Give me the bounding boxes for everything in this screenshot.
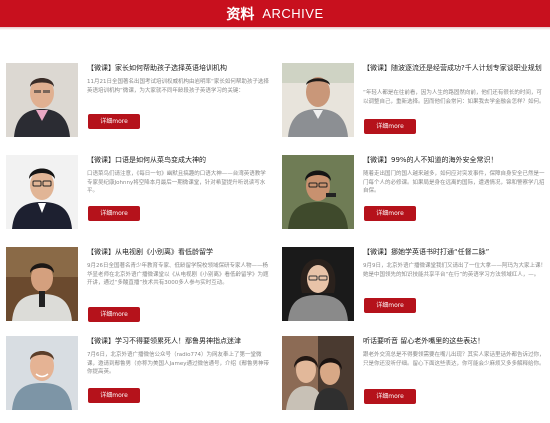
article-card: 【微课】口语是如何从菜鸟变成大神的 口语菜鸟们请注意，《每日一句》幽默且搞趣的口… bbox=[6, 155, 271, 235]
portrait-image bbox=[6, 336, 78, 410]
portrait-image bbox=[6, 247, 78, 321]
card-title[interactable]: 【微课】家长如何帮助孩子选择英语培训机构 bbox=[87, 63, 277, 74]
speaker-photo[interactable] bbox=[6, 247, 78, 321]
more-button[interactable]: 详细more bbox=[364, 119, 416, 134]
article-card: 【微课】从电视剧《小别离》看低龄留学 9月26日全国著名青少年教育专家、低龄留学… bbox=[6, 247, 271, 327]
more-button[interactable]: 详细more bbox=[88, 114, 140, 129]
card-description: 7月6日，北京外语广播微信公众号（radio774）为网友奉上了第一堂微课，邀请… bbox=[87, 352, 269, 375]
more-button[interactable]: 详细more bbox=[364, 206, 416, 221]
more-button[interactable]: 详细more bbox=[364, 389, 416, 404]
archive-banner: 资料 ARCHIVE bbox=[0, 0, 550, 27]
portrait-image bbox=[6, 63, 78, 137]
speaker-photo[interactable] bbox=[282, 247, 354, 321]
article-card: 【微课】99%的人不知道的海外安全常识！ 随着走出国门的国人越来越多，如何应对突… bbox=[282, 155, 547, 235]
portrait-image bbox=[282, 247, 354, 321]
card-title[interactable]: 【微课】随波逐流还是经营成功?千人计划专家谈职业规划 bbox=[363, 63, 550, 74]
card-title[interactable]: 【微课】口语是如何从菜鸟变成大神的 bbox=[87, 155, 277, 166]
portrait-image bbox=[282, 336, 354, 410]
card-title[interactable]: 【微课】99%的人不知道的海外安全常识！ bbox=[363, 155, 550, 166]
banner-title-zh: 资料 bbox=[226, 6, 255, 23]
article-card: 听话要听音 留心老外嘴里的这些表达！ 跟老外交流总是不得要领需要在嘴儿出现？其实… bbox=[282, 336, 547, 416]
speaker-photo[interactable] bbox=[6, 336, 78, 410]
speaker-photo[interactable] bbox=[282, 63, 354, 137]
card-title[interactable]: 听话要听音 留心老外嘴里的这些表达！ bbox=[363, 336, 550, 347]
card-title[interactable]: 【微课】从电视剧《小别离》看低龄留学 bbox=[87, 247, 277, 258]
card-description: 9月9日，北京外语广播微课堂我们又请出了一位大拿——阿玛为大家上课！她是中国领先… bbox=[363, 263, 547, 278]
card-description: 9月26日全国著名青少年教育专家、低龄留学院校领域保研专家人物——杨华显老师在北… bbox=[87, 263, 269, 286]
card-title[interactable]: 【微课】学习不得要领累死人！鄢鲁男神指点迷津 bbox=[87, 336, 277, 347]
more-button[interactable]: 详细more bbox=[88, 206, 140, 221]
article-card: 【微课】随波逐流还是经营成功?千人计划专家谈职业规划 “年轻人都是在往前看，因为… bbox=[282, 63, 547, 143]
card-description: 11月21日全国著名出国考试培训权威机构由岩明率“家长如何帮助孩子选择英语培训机… bbox=[87, 79, 269, 94]
portrait-image bbox=[282, 63, 354, 137]
banner-divider bbox=[0, 27, 550, 30]
card-title[interactable]: 【微课】挪她学英语书时打通“任督二脉” bbox=[363, 247, 550, 258]
card-description: “年轻人都是在往前看，因为人生的路固然向前，他们还有很长的时间，可以调整自己，重… bbox=[363, 90, 545, 105]
banner-title-en: ARCHIVE bbox=[262, 6, 324, 21]
card-description: 口语菜鸟们请注意，《每日一句》幽默且搞趣的口语大神——台湾英语教学专家吴纪康Jo… bbox=[87, 171, 266, 194]
article-card: 【微课】学习不得要领累死人！鄢鲁男神指点迷津 7月6日，北京外语广播微信公众号（… bbox=[6, 336, 271, 416]
portrait-image bbox=[6, 155, 78, 229]
article-card: 【微课】挪她学英语书时打通“任督二脉” 9月9日，北京外语广播微课堂我们又请出了… bbox=[282, 247, 547, 327]
more-button[interactable]: 详细more bbox=[88, 307, 140, 322]
speaker-photo[interactable] bbox=[282, 155, 354, 229]
card-description: 跟老外交流总是不得要领需要在嘴儿出现？其实人家话里话外都告诉过你，只是你还没听仔… bbox=[363, 352, 545, 367]
card-description: 随着走出国门的国人越来越多，如何应对突发事件，保障自身安全已然是一门每个人的必修… bbox=[363, 171, 545, 194]
speaker-photo[interactable] bbox=[6, 155, 78, 229]
speaker-photo[interactable] bbox=[6, 63, 78, 137]
more-button[interactable]: 详细more bbox=[364, 298, 416, 313]
more-button[interactable]: 详细more bbox=[88, 388, 140, 403]
article-card: 【微课】家长如何帮助孩子选择英语培训机构 11月21日全国著名出国考试培训权威机… bbox=[6, 63, 271, 143]
speaker-photo[interactable] bbox=[282, 336, 354, 410]
portrait-image bbox=[282, 155, 354, 229]
